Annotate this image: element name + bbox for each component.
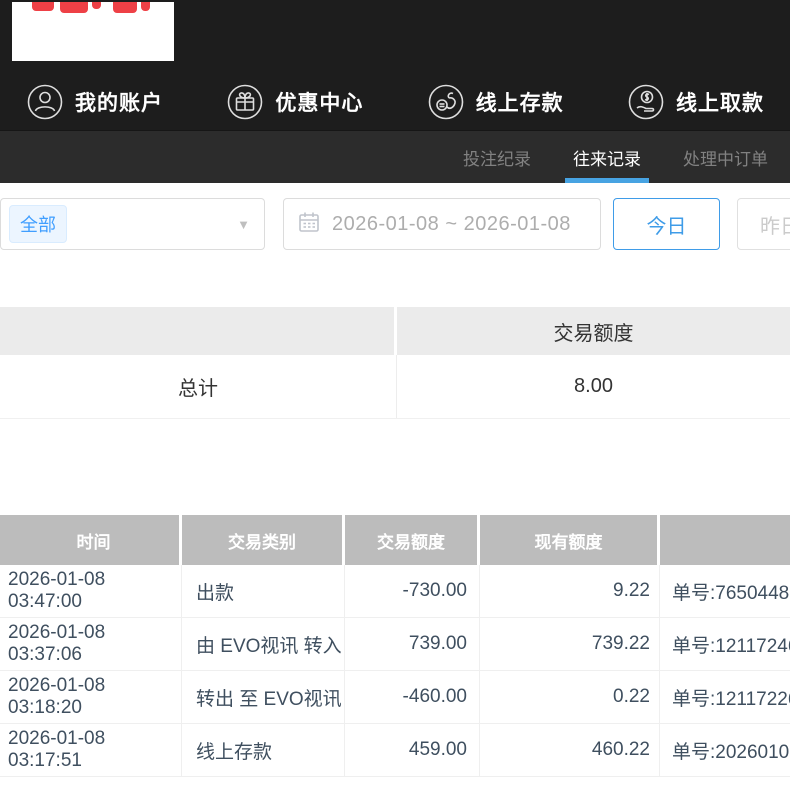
- cell-order-number: 单号:76504481: [672, 582, 790, 604]
- cell-order-number: 单号:12117226: [672, 688, 790, 710]
- header-order: [660, 515, 790, 565]
- cell-balance: 0.22: [480, 671, 660, 723]
- logo-red-fragment: [113, 2, 137, 13]
- today-button[interactable]: 今日: [613, 198, 720, 250]
- deposit-icon: [427, 83, 465, 121]
- cell-type: 线上存款: [182, 724, 345, 776]
- cell-amount: -460.00: [345, 671, 480, 723]
- summary-table: 交易额度 总计 8.00: [0, 307, 790, 419]
- nav-label: 我的账户: [75, 91, 163, 115]
- table-row: 2026-01-08 03:17:51 线上存款 459.00 460.22 单…: [0, 724, 790, 777]
- header-time: 时间: [0, 515, 182, 565]
- nav-label: 线上取款: [675, 91, 764, 115]
- transactions-table: 时间 交易类别 交易额度 现有额度 2026-01-08 03:47:00 出款…: [0, 515, 790, 777]
- cell-amount: 459.00: [345, 724, 480, 776]
- cell-balance: 739.22: [480, 618, 660, 670]
- cell-type: 出款: [182, 565, 345, 617]
- logo-red-fragment: [92, 2, 101, 9]
- summary-total-value: 8.00: [574, 375, 613, 397]
- cell-time: 2026-01-08 03:47:00: [0, 565, 182, 617]
- site-header: [0, 0, 790, 73]
- cell-time: 2026-01-08 03:17:51: [0, 724, 182, 776]
- nav-item-online-withdrawal[interactable]: 线上取款: [627, 83, 764, 121]
- date-range-value: 2026-01-08 ~ 2026-01-08: [332, 212, 571, 235]
- cell-balance: 9.22: [480, 565, 660, 617]
- cell-order-number: 单号:20260108: [672, 741, 790, 763]
- header-balance: 现有额度: [480, 515, 660, 565]
- cell-amount: 739.00: [345, 618, 480, 670]
- nav-label: 优惠中心: [275, 91, 364, 115]
- transaction-type-select[interactable]: 全部 ▼: [0, 198, 265, 250]
- site-logo[interactable]: [12, 2, 174, 61]
- summary-header-row: 交易额度: [0, 307, 790, 355]
- gift-icon: [226, 83, 264, 121]
- yesterday-button[interactable]: 昨日: [737, 198, 790, 250]
- date-range-input[interactable]: 2026-01-08 ~ 2026-01-08: [283, 198, 601, 250]
- cell-type: 转出 至 EVO视讯: [182, 671, 345, 723]
- header-amount: 交易额度: [345, 515, 480, 565]
- nav-label: 线上存款: [475, 91, 564, 115]
- summary-total-row: 总计 8.00: [0, 355, 790, 419]
- user-icon: [26, 83, 64, 121]
- cell-balance: 460.22: [480, 724, 660, 776]
- table-row: 2026-01-08 03:18:20 转出 至 EVO视讯 -460.00 0…: [0, 671, 790, 724]
- cell-amount: -730.00: [345, 565, 480, 617]
- nav-item-online-deposit[interactable]: 线上存款: [427, 83, 564, 121]
- transactions-header-row: 时间 交易类别 交易额度 现有额度: [0, 515, 790, 565]
- chevron-down-icon: ▼: [237, 216, 250, 232]
- tab-betting-records[interactable]: 投注纪录: [461, 131, 533, 183]
- nav-item-promotions[interactable]: 优惠中心: [226, 83, 363, 121]
- logo-red-fragment: [141, 2, 150, 11]
- logo-red-fragment: [60, 2, 88, 13]
- logo-red-fragment: [32, 2, 54, 11]
- cell-time: 2026-01-08 03:18:20: [0, 671, 182, 723]
- nav-item-my-account[interactable]: 我的账户: [26, 83, 163, 121]
- records-tab-bar: 投注纪录 往来记录 处理中订单: [0, 130, 790, 183]
- cell-time: 2026-01-08 03:37:06: [0, 618, 182, 670]
- table-row: 2026-01-08 03:37:06 由 EVO视讯 转入 739.00 73…: [0, 618, 790, 671]
- summary-header-amount: 交易额度: [553, 322, 634, 345]
- summary-total-label: 总计: [0, 355, 397, 418]
- header-type: 交易类别: [182, 515, 345, 565]
- tab-processing-orders[interactable]: 处理中订单: [681, 131, 770, 183]
- tab-transaction-records[interactable]: 往来记录: [565, 131, 649, 183]
- summary-header-empty: [0, 307, 397, 355]
- cell-type: 由 EVO视讯 转入: [182, 618, 345, 670]
- account-nav: 我的账户 优惠中心 线上存款 线上取款: [0, 73, 790, 130]
- cell-order-number: 单号:12117246: [672, 635, 790, 657]
- filter-row: 全部 ▼ 2026-01-08 ~ 2026-01-08 今日 昨日: [0, 198, 790, 250]
- selected-type-tag[interactable]: 全部: [9, 205, 67, 243]
- table-row: 2026-01-08 03:47:00 出款 -730.00 9.22 单号:7…: [0, 565, 790, 618]
- withdraw-icon: [627, 83, 665, 121]
- calendar-icon: [298, 211, 320, 238]
